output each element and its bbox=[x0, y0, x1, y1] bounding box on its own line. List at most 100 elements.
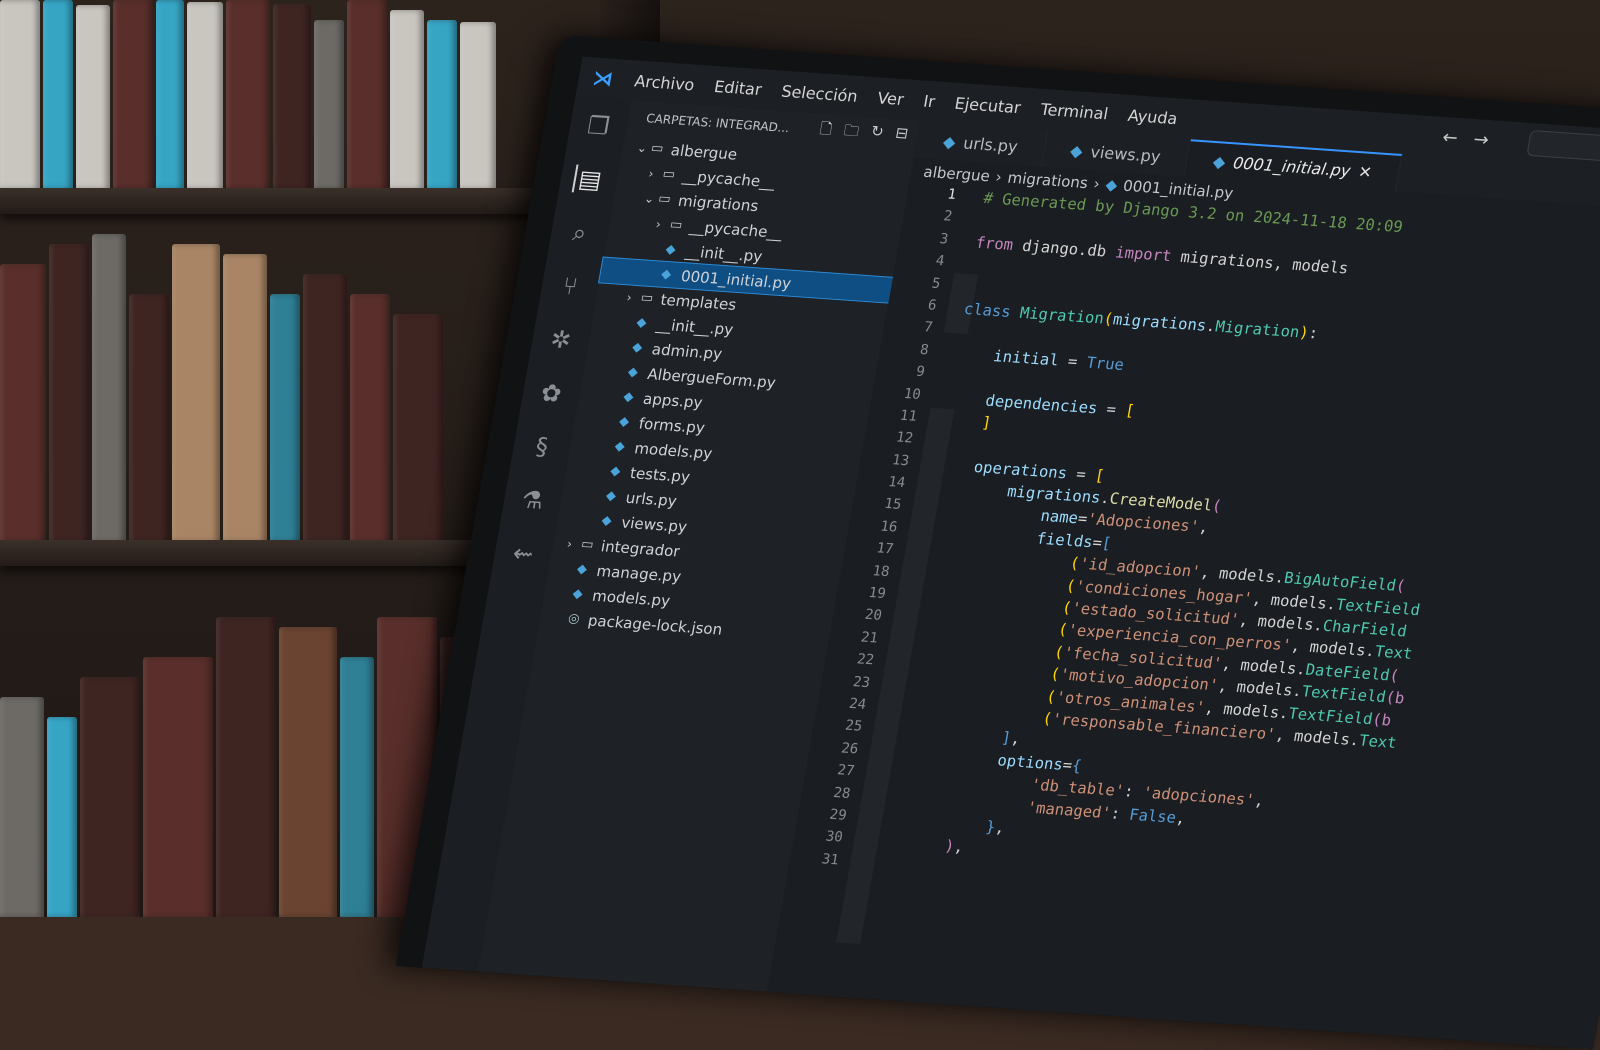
collapse-all-icon[interactable]: ⊟ bbox=[893, 123, 910, 149]
code-token: Text bbox=[1373, 642, 1414, 664]
menu-ejecutar[interactable]: Ejecutar bbox=[953, 93, 1022, 116]
explorer-icon[interactable]: ▤ bbox=[571, 164, 607, 195]
refresh-icon[interactable]: ↻ bbox=[868, 122, 886, 148]
code-token: = bbox=[1065, 464, 1097, 484]
folder-icon: ▭ bbox=[639, 290, 655, 307]
new-folder-icon[interactable]: 🗀 bbox=[841, 120, 861, 146]
debug-icon[interactable]: ✲ bbox=[544, 325, 577, 355]
code-token: ] bbox=[980, 413, 993, 432]
python-file-icon: ◆ bbox=[659, 266, 673, 283]
tree-item-label: manage.py bbox=[595, 561, 683, 586]
menu-ayuda[interactable]: Ayuda bbox=[1126, 105, 1179, 127]
tab-label: views.py bbox=[1089, 141, 1163, 166]
navigation-arrows: ← → bbox=[1441, 126, 1511, 151]
tree-item-label: apps.py bbox=[641, 389, 705, 412]
breadcrumb-item[interactable]: migrations bbox=[1006, 169, 1089, 192]
folder-icon: ▭ bbox=[579, 536, 595, 553]
code-token: options bbox=[996, 751, 1065, 774]
testing-icon[interactable]: ⚗ bbox=[516, 485, 549, 515]
menu-ir[interactable]: Ir bbox=[922, 91, 937, 111]
python-file-icon: ◆ bbox=[1104, 175, 1119, 195]
tree-item-label: urls.py bbox=[624, 488, 679, 510]
books-row-middle bbox=[0, 224, 443, 544]
menu-ver[interactable]: Ver bbox=[876, 88, 905, 109]
forward-arrow-icon[interactable]: → bbox=[1472, 129, 1491, 151]
tree-item-label: __init__.py bbox=[654, 315, 735, 339]
code-token: , bbox=[1009, 729, 1022, 749]
code-token: name bbox=[1039, 507, 1080, 528]
code-token: [ bbox=[1123, 400, 1137, 420]
code-token: : bbox=[1307, 323, 1320, 343]
python-icon[interactable]: § bbox=[526, 432, 559, 462]
code-token: , bbox=[1252, 791, 1266, 811]
tree-item-label: migrations bbox=[676, 191, 760, 215]
code-token: = bbox=[1095, 399, 1127, 419]
folder-icon: ▭ bbox=[649, 140, 665, 157]
code-token: ( bbox=[1394, 576, 1407, 596]
python-file-icon: ◆ bbox=[626, 364, 640, 381]
code-token: = bbox=[1057, 351, 1089, 372]
code-token: [ bbox=[1100, 533, 1113, 553]
extensions-icon[interactable]: ✿ bbox=[535, 378, 568, 408]
close-icon[interactable]: ✕ bbox=[1357, 162, 1374, 182]
python-file-icon: ◆ bbox=[604, 488, 618, 504]
tree-item-label: __pycache__ bbox=[688, 217, 785, 242]
breadcrumb-item[interactable]: 0001_initial.py bbox=[1122, 177, 1235, 203]
code-token: from bbox=[974, 233, 1015, 254]
code-token: { bbox=[1070, 756, 1084, 775]
line-number: 31 bbox=[820, 851, 841, 869]
python-file-icon: ◆ bbox=[600, 513, 613, 529]
json-file-icon: ◎ bbox=[566, 611, 581, 627]
tab-label: 0001_initial.py bbox=[1231, 152, 1353, 180]
menu-editar[interactable]: Editar bbox=[713, 76, 764, 98]
menu-terminal[interactable]: Terminal bbox=[1039, 99, 1110, 123]
explorer-toolbar: 🗋 🗀 ↻ ⊟ bbox=[817, 118, 919, 150]
folder-icon: ▭ bbox=[657, 191, 672, 208]
code-token: [ bbox=[1093, 466, 1106, 485]
python-file-icon: ◆ bbox=[1068, 140, 1085, 161]
back-arrow-icon[interactable]: ← bbox=[1441, 126, 1460, 148]
code-token: import bbox=[1113, 243, 1173, 265]
breadcrumb-separator-icon: › bbox=[994, 167, 1004, 187]
files-icon[interactable]: ❐ bbox=[582, 111, 615, 141]
new-file-icon[interactable]: 🗋 bbox=[817, 118, 834, 144]
vscode-logo-icon: ⋊ bbox=[590, 65, 615, 91]
tree-item-label: __init__.py bbox=[683, 241, 764, 266]
folder-icon: ▭ bbox=[661, 166, 677, 183]
search-icon[interactable]: ⌕ bbox=[563, 218, 596, 248]
tree-item-label: tests.py bbox=[628, 463, 692, 486]
python-file-icon: ◆ bbox=[1211, 151, 1228, 172]
tab-label: urls.py bbox=[961, 133, 1020, 156]
code-editor[interactable]: 1 # Generated by Django 3.2 on 2024-11-18… bbox=[788, 184, 1600, 929]
menu-seleccion[interactable]: Selección bbox=[780, 81, 859, 105]
python-file-icon: ◆ bbox=[622, 389, 635, 405]
tree-item-label: models.py bbox=[633, 438, 714, 463]
tree-item-label: forms.py bbox=[637, 414, 707, 437]
source-control-icon[interactable]: ⑂ bbox=[554, 271, 587, 301]
code-token: True bbox=[1085, 353, 1126, 374]
breadcrumb-item[interactable]: albergue bbox=[922, 163, 991, 185]
code-token: , bbox=[993, 818, 1007, 837]
remote-icon[interactable]: ⇜ bbox=[507, 539, 540, 569]
python-file-icon: ◆ bbox=[575, 561, 589, 578]
tree-item-label: admin.py bbox=[650, 339, 724, 363]
code-token: initial bbox=[991, 346, 1061, 370]
breadcrumb-separator-icon: › bbox=[1092, 174, 1102, 193]
menu-archivo[interactable]: Archivo bbox=[633, 71, 696, 94]
code-token: False bbox=[1127, 805, 1178, 827]
